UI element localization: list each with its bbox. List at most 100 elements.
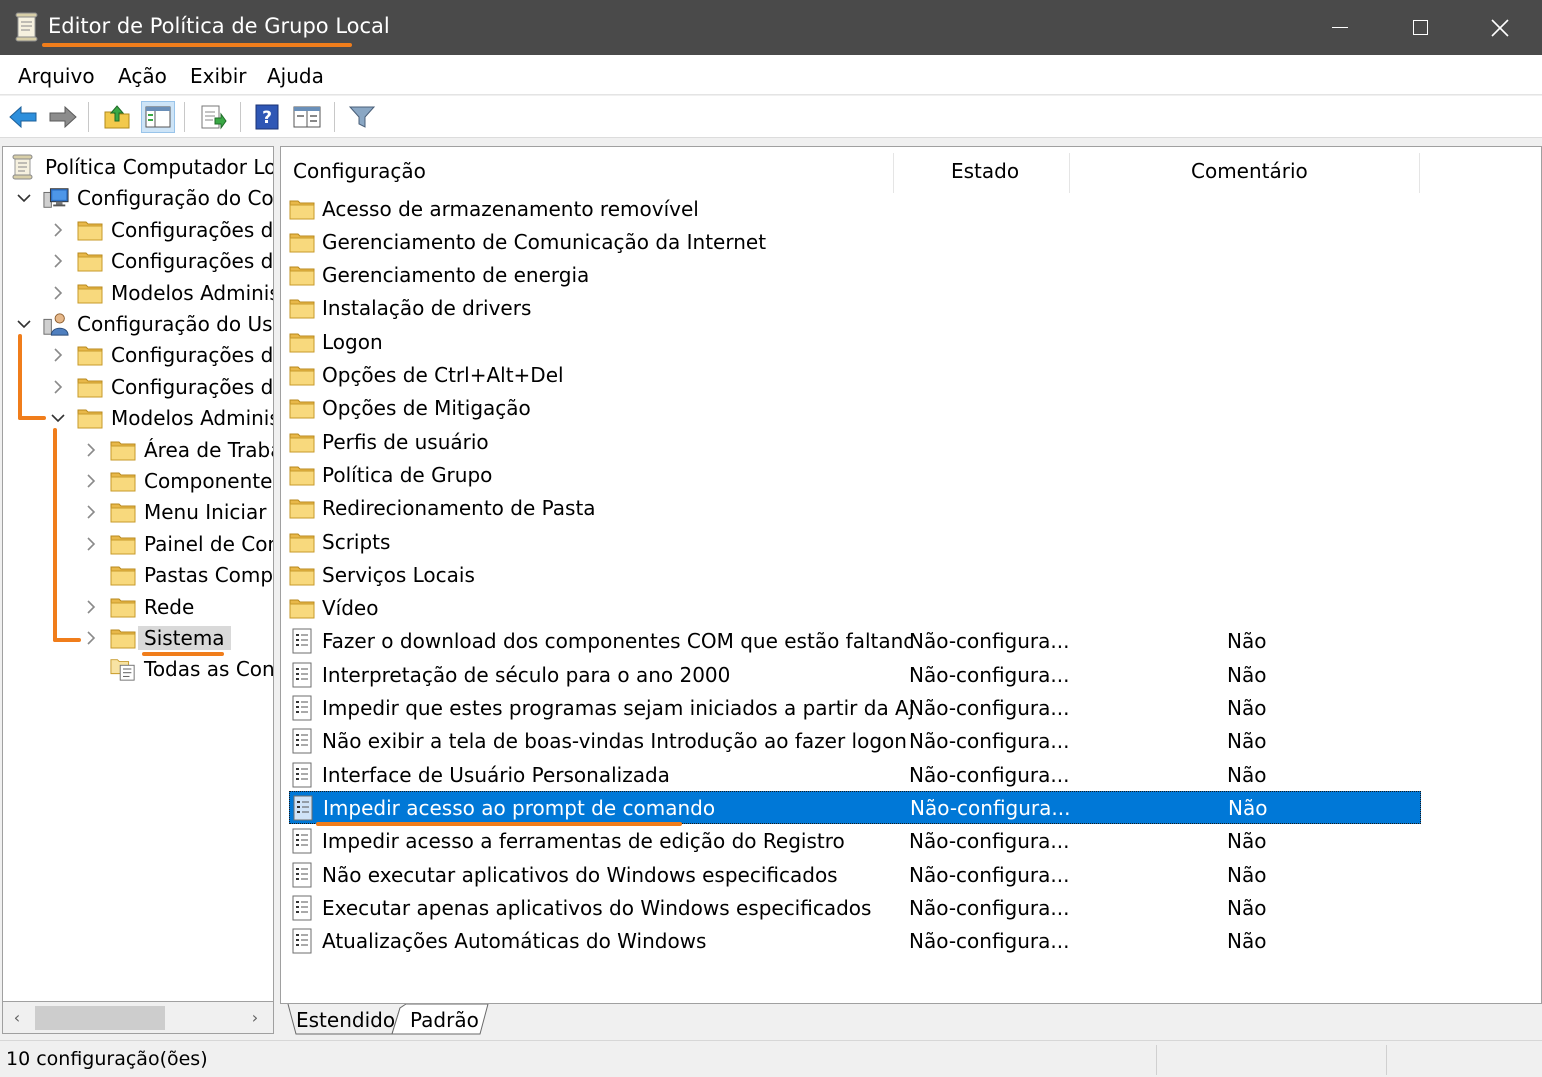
column-divider[interactable] — [893, 153, 894, 193]
chevron-right-icon[interactable] — [49, 221, 67, 239]
column-header-comentario[interactable]: Comentário — [1191, 147, 1391, 195]
list-item[interactable]: Gerenciamento de energia — [289, 259, 1421, 292]
tree-item[interactable]: Configuração do Usuário — [15, 309, 273, 339]
setting-name: Gerenciamento de energia — [322, 263, 590, 288]
forward-arrow-icon — [49, 105, 77, 129]
extended-view-button[interactable] — [290, 101, 324, 133]
tree-item[interactable]: Configurações de Software — [49, 340, 273, 370]
menu-exibir[interactable]: Exibir — [190, 64, 247, 88]
policy-setting-icon — [289, 862, 315, 888]
chevron-down-icon[interactable] — [49, 409, 67, 427]
menu-arquivo[interactable]: Arquivo — [18, 64, 95, 88]
tree-item[interactable]: Todas as Configurações — [82, 654, 273, 684]
tab-estendido[interactable]: Estendido — [286, 1004, 405, 1036]
column-divider[interactable] — [1419, 153, 1420, 193]
tree-item[interactable]: Configuração do Computador — [15, 183, 273, 213]
list-item[interactable]: Acesso de armazenamento removível — [289, 192, 1421, 225]
list-item[interactable]: Interpretação de século para o ano 2000 N… — [289, 658, 1421, 691]
column-header-estado[interactable]: Estado — [951, 147, 1071, 195]
list-item[interactable]: Instalação de drivers — [289, 292, 1421, 325]
tab-padrao[interactable]: Padrão — [400, 1004, 489, 1036]
menu-acao[interactable]: Ação — [118, 64, 167, 88]
forward-button[interactable] — [46, 101, 80, 133]
list-item[interactable]: Vídeo — [289, 592, 1421, 625]
setting-comment: Não — [1228, 795, 1268, 820]
chevron-right-icon[interactable] — [82, 441, 100, 459]
chevron-right-icon[interactable] — [82, 503, 100, 521]
tree-item[interactable]: Painel de Controle — [82, 529, 273, 559]
list-item[interactable]: Política de Grupo — [289, 458, 1421, 491]
list-item[interactable]: Fazer o download dos componentes COM que… — [289, 625, 1421, 658]
list-item[interactable]: Opções de Ctrl+Alt+Del — [289, 359, 1421, 392]
setting-name: Opções de Ctrl+Alt+Del — [322, 363, 564, 387]
tree-item[interactable]: Área de Trabalho — [82, 435, 273, 465]
list-item[interactable]: Scripts — [289, 525, 1421, 558]
chevron-right-icon[interactable] — [82, 629, 100, 647]
view-tabs: Estendido Padrão — [280, 1004, 1542, 1038]
column-divider[interactable] — [1069, 153, 1070, 193]
list-item[interactable]: Impedir acesso ao prompt de comando Não-c… — [289, 791, 1421, 825]
minimize-button[interactable] — [1300, 0, 1380, 55]
chevron-right-icon[interactable] — [82, 472, 100, 490]
tree-item[interactable]: Rede — [82, 592, 194, 622]
tree-item[interactable]: Configurações do Windows — [49, 246, 273, 276]
scroll-left-icon[interactable]: ‹ — [9, 1008, 25, 1028]
tree-item[interactable]: Sistema — [82, 623, 231, 653]
chevron-right-icon[interactable] — [49, 378, 67, 396]
chevron-down-icon[interactable] — [15, 189, 33, 207]
list-item[interactable]: Logon — [289, 325, 1421, 358]
up-level-button[interactable] — [100, 101, 134, 133]
menu-ajuda[interactable]: Ajuda — [267, 64, 324, 88]
list-item[interactable]: Redirecionamento de Pasta — [289, 492, 1421, 525]
filter-button[interactable] — [345, 101, 379, 133]
list-item[interactable]: Gerenciamento de Comunicação da Internet — [289, 225, 1421, 258]
list-item[interactable]: Opções de Mitigação — [289, 392, 1421, 425]
list-item[interactable]: Perfis de usuário — [289, 425, 1421, 458]
close-button[interactable] — [1460, 0, 1540, 55]
scroll-thumb[interactable] — [35, 1006, 165, 1030]
tree-item-label: Configurações de Software — [111, 217, 274, 242]
settings-list[interactable]: Configuração Estado Comentário Acesso de… — [280, 146, 1542, 1004]
chevron-right-icon[interactable] — [82, 598, 100, 616]
tree-item-label: Modelos Administrativos — [111, 406, 274, 431]
setting-state: Não-configura... — [910, 795, 1071, 820]
chevron-right-icon[interactable] — [82, 535, 100, 553]
list-item[interactable]: Impedir acesso a ferramentas de edição d… — [289, 825, 1421, 858]
tree-item[interactable]: Menu Iniciar e Barra de Tarefas — [82, 497, 273, 527]
chevron-right-icon[interactable] — [49, 252, 67, 270]
folder-icon — [289, 529, 315, 555]
list-item[interactable]: Interface de Usuário Personalizada Não-co… — [289, 758, 1421, 791]
list-item[interactable]: Não exibir a tela de boas-vindas Introdu… — [289, 725, 1421, 758]
tree-item[interactable]: Modelos Administrativos — [49, 278, 273, 308]
policy-setting-icon — [289, 762, 315, 788]
scroll-right-icon[interactable]: › — [247, 1008, 263, 1028]
tree-item[interactable]: Componentes do Windows — [82, 466, 273, 496]
list-item[interactable]: Não executar aplicativos do Windows espe… — [289, 858, 1421, 891]
tree-horizontal-scrollbar[interactable]: ‹ › — [2, 1002, 274, 1034]
list-item[interactable]: Serviços Locais — [289, 558, 1421, 591]
tree-pane[interactable]: Política Computador Local Configuração do… — [2, 146, 274, 1002]
setting-name: Instalação de drivers — [322, 296, 532, 321]
setting-name: Serviços Locais — [322, 562, 475, 587]
tree-item[interactable]: Política Computador Local — [11, 152, 273, 182]
list-item[interactable]: Impedir que estes programas sejam inicia… — [289, 692, 1421, 725]
tree-item[interactable]: Configurações do Windows — [49, 372, 273, 402]
title-bar: Editor de Política de Grupo Local — [0, 0, 1542, 55]
setting-name: Impedir acesso ao prompt de comando — [323, 795, 716, 820]
tree-item[interactable]: Pastas Compartilhadas — [82, 560, 273, 590]
chevron-right-icon[interactable] — [49, 284, 67, 302]
help-button[interactable]: ? — [250, 101, 284, 133]
setting-name: Vídeo — [322, 596, 379, 621]
show-hide-tree-button[interactable] — [141, 101, 175, 133]
maximize-button[interactable] — [1380, 0, 1460, 55]
export-list-button[interactable] — [196, 101, 230, 133]
list-item[interactable]: Executar apenas aplicativos do Windows e… — [289, 891, 1421, 924]
list-item[interactable]: Atualizações Automáticas do Windows Não-c… — [289, 925, 1421, 958]
chevron-right-icon[interactable] — [49, 346, 67, 364]
back-button[interactable] — [6, 101, 40, 133]
tree-item[interactable]: Modelos Administrativos — [49, 403, 274, 433]
tree-item[interactable]: Configurações de Software — [49, 215, 274, 245]
setting-name: Fazer o download dos componentes COM que… — [322, 629, 912, 654]
column-header-configuracao[interactable]: Configuração — [293, 147, 893, 195]
chevron-down-icon[interactable] — [15, 315, 33, 333]
